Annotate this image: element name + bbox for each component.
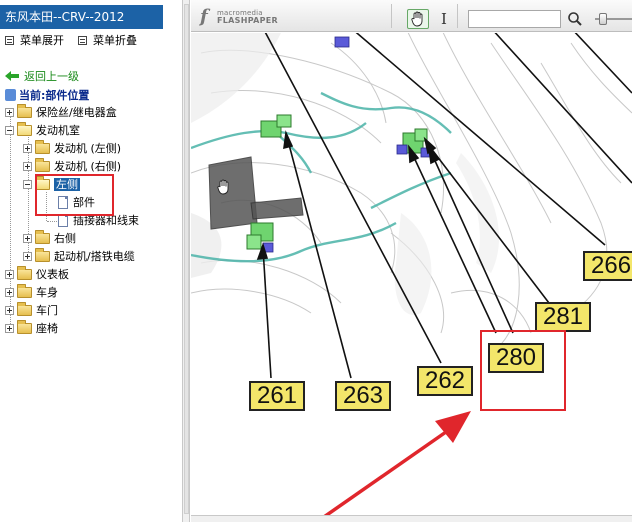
tree-item-label: 发动机 (右侧) xyxy=(54,160,122,173)
zoom-slider[interactable] xyxy=(591,12,632,26)
folder-icon xyxy=(17,266,32,280)
back-link-label: 返回上一级 xyxy=(24,70,79,83)
callout-262: 262 xyxy=(417,366,473,396)
location-icon xyxy=(5,89,16,101)
tree-item-label: 仪表板 xyxy=(36,268,69,281)
menu-collapse-button[interactable]: 菜单折叠 xyxy=(78,34,137,48)
tree-item-seat[interactable]: 座椅 xyxy=(5,320,58,337)
folder-icon xyxy=(35,140,50,154)
hand-icon xyxy=(411,11,423,27)
folder-icon xyxy=(17,320,32,334)
search-input[interactable] xyxy=(468,10,561,28)
search-button[interactable] xyxy=(567,10,583,28)
folder-icon xyxy=(35,230,50,244)
menu-icon xyxy=(78,36,87,45)
toolbar-separator xyxy=(391,4,392,28)
back-link[interactable]: 返回上一级 xyxy=(5,68,79,84)
current-location: 当前:部件位置 xyxy=(5,87,89,103)
expand-toggle[interactable] xyxy=(23,234,32,243)
collapse-toggle[interactable] xyxy=(23,180,32,189)
tree-item-label: 发动机室 xyxy=(36,124,80,137)
viewer-horizontal-scrollbar[interactable] xyxy=(191,515,632,522)
callout-261: 261 xyxy=(249,381,305,411)
tree-item-right-side[interactable]: 右侧 xyxy=(23,230,76,247)
folder-icon xyxy=(35,248,50,262)
tree-item-label: 发动机 (左侧) xyxy=(54,142,122,155)
magnifier-icon xyxy=(568,12,582,26)
annotation-highlight-box xyxy=(480,330,566,411)
tree-item-dashboard[interactable]: 仪表板 xyxy=(5,266,69,283)
tree-guide xyxy=(47,221,57,222)
tree-item-engine-room[interactable]: 发动机室 xyxy=(5,122,80,139)
collapse-toggle[interactable] xyxy=(5,126,14,135)
expand-toggle[interactable] xyxy=(5,270,14,279)
tree-item-fuse-relay[interactable]: 保险丝/继电器盒 xyxy=(5,104,117,121)
tree-item-label: 座椅 xyxy=(36,322,58,335)
expand-toggle[interactable] xyxy=(5,108,14,117)
text-cursor-icon: I xyxy=(441,10,447,28)
flashpaper-logo: f macromedia FLASHPAPER xyxy=(200,8,295,26)
folder-icon xyxy=(17,302,32,316)
folder-icon xyxy=(17,104,32,118)
scrollbar-thumb[interactable] xyxy=(184,4,189,514)
menu-icon xyxy=(5,36,14,45)
callout-263: 263 xyxy=(335,381,391,411)
tree-item-label: 车门 xyxy=(36,304,58,317)
expand-toggle[interactable] xyxy=(23,252,32,261)
expand-toggle[interactable] xyxy=(23,144,32,153)
flashpaper-mark-icon: f xyxy=(200,6,208,27)
folder-open-icon xyxy=(17,122,32,136)
navigation-panel: 东风本田--CRV--2012 菜单展开 菜单折叠 返回上一级 当前:部件位置 … xyxy=(0,0,182,522)
text-select-tool-button[interactable]: I xyxy=(439,9,449,29)
callout-266: 266 xyxy=(583,251,632,281)
hand-tool-button[interactable] xyxy=(407,9,429,29)
current-location-label: 当前:部件位置 xyxy=(19,89,90,102)
folder-icon xyxy=(35,158,50,172)
logo-bottom-text: FLASHPAPER xyxy=(217,16,279,25)
document-title: 东风本田--CRV--2012 xyxy=(0,5,163,29)
tree-item-label: 右侧 xyxy=(54,232,76,245)
engine-bay-illustration xyxy=(191,33,632,515)
expand-toggle[interactable] xyxy=(5,324,14,333)
viewer-toolbar: f macromedia FLASHPAPER I xyxy=(191,0,632,32)
tree-item-engine-right[interactable]: 发动机 (右侧) xyxy=(23,158,121,175)
tree-item-body[interactable]: 车身 xyxy=(5,284,58,301)
flashpaper-viewer: f macromedia FLASHPAPER I 261 263 262 28… xyxy=(191,0,632,522)
folder-icon xyxy=(17,284,32,298)
callout-281: 281 xyxy=(535,302,591,332)
tree-item-label: 保险丝/继电器盒 xyxy=(36,106,117,119)
tree-item-engine-left[interactable]: 发动机 (左侧) xyxy=(23,140,121,157)
menu-collapse-label: 菜单折叠 xyxy=(93,34,137,47)
tree-item-starter-cable[interactable]: 起动机/搭铁电缆 xyxy=(23,248,135,265)
navigation-scrollbar[interactable] xyxy=(182,0,190,522)
menu-expand-label: 菜单展开 xyxy=(20,34,64,47)
menu-expand-button[interactable]: 菜单展开 xyxy=(5,34,64,48)
tree-item-label: 车身 xyxy=(36,286,58,299)
red-pointer-arrow xyxy=(323,411,471,515)
component-location-drawing[interactable]: 261 263 262 280 281 266 xyxy=(191,33,632,515)
expand-toggle[interactable] xyxy=(5,306,14,315)
toolbar-separator xyxy=(457,4,458,28)
expand-toggle[interactable] xyxy=(23,162,32,171)
zoom-slider-knob[interactable] xyxy=(599,13,607,25)
back-arrow-icon xyxy=(5,71,19,81)
tree-item-label: 起动机/搭铁电缆 xyxy=(54,250,135,263)
app-window: 东风本田--CRV--2012 菜单展开 菜单折叠 返回上一级 当前:部件位置 … xyxy=(0,0,632,522)
selection-highlight-box xyxy=(35,174,114,216)
tree-item-door[interactable]: 车门 xyxy=(5,302,58,319)
expand-toggle[interactable] xyxy=(5,288,14,297)
